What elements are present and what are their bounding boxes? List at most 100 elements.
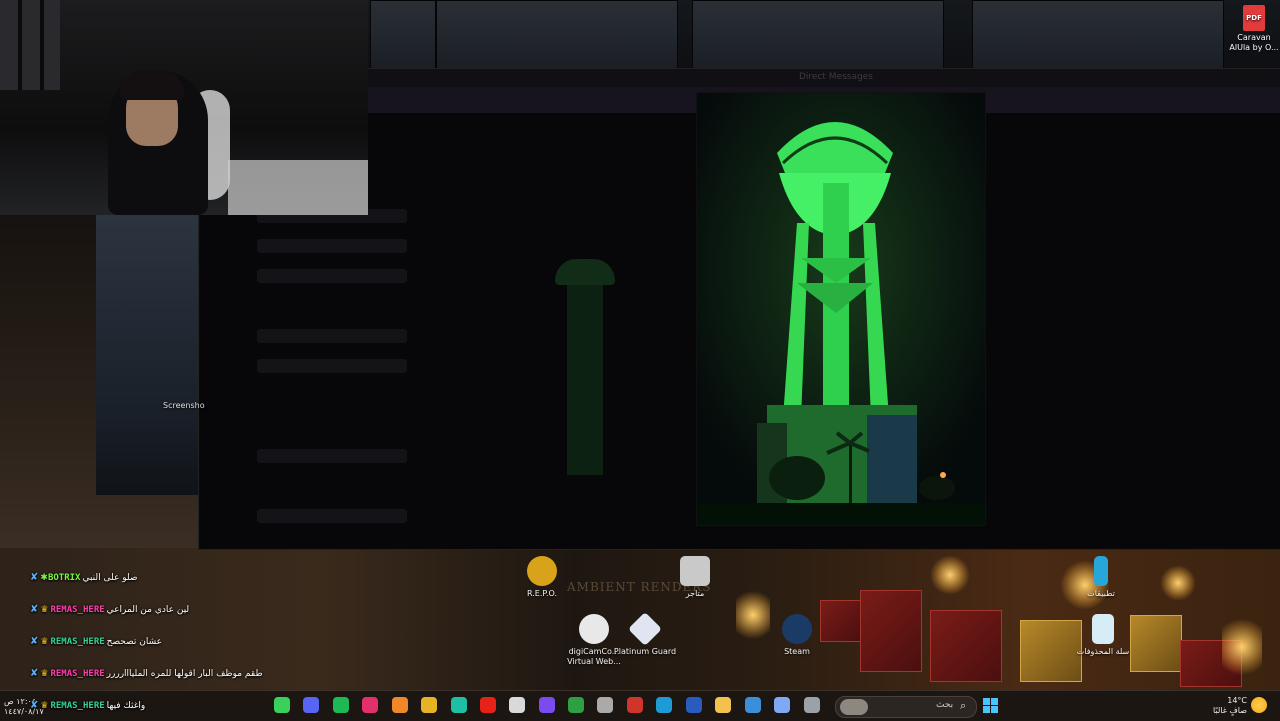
obs-icon[interactable] [509, 697, 525, 713]
webcam-hair [120, 70, 184, 100]
chat-text: واغثك فيها [106, 701, 146, 711]
image-viewer[interactable] [696, 92, 986, 526]
epic-icon[interactable] [597, 697, 613, 713]
webcam-overlay [0, 0, 368, 215]
pdf-label-line2: AlUla by O... [1229, 43, 1279, 52]
arrow-app-icon[interactable] [274, 697, 290, 713]
windows-logo-icon [983, 706, 990, 713]
windows-logo-icon [991, 706, 998, 713]
desktop-icon-label: Platinum Guard [613, 647, 677, 656]
dim-row [257, 509, 407, 523]
crown-icon: ♛ [40, 605, 49, 615]
lantern-glow [1222, 612, 1262, 682]
window-pane [972, 0, 1224, 70]
desktop-icon-label: R.E.P.O. [526, 589, 558, 598]
crown-icon: ♛ [40, 637, 49, 647]
webcam-desk [228, 160, 368, 215]
webcam-window-frame [0, 0, 60, 90]
desktop-screenshot-label[interactable]: Screensho [163, 401, 205, 410]
desktop-icon-recycle-bin[interactable]: سلة المحذوفات [1068, 614, 1138, 657]
desktop-icon-apps[interactable]: تطبيقات [1066, 556, 1136, 599]
chrome-icon[interactable] [421, 697, 437, 713]
verified-badge-icon: ✱ [40, 573, 48, 583]
photo-icon[interactable] [539, 697, 555, 713]
chat-text: طقم موظف البار اقولها للمره المليااارررر [106, 669, 263, 679]
chat-username: REMAS_HERE [50, 637, 105, 647]
a-app-icon[interactable] [392, 697, 408, 713]
sword-badge-icon: ✘ [30, 604, 39, 615]
chat-text: عشان تصحصح [106, 637, 163, 647]
sword-badge-icon: ✘ [30, 700, 39, 711]
desktop-icon-platinum-guard[interactable]: Platinum Guard [610, 612, 680, 657]
chat-message: ✘ ♛ REMAS_HERE طقم موظف البار اقولها للمره … [30, 667, 263, 681]
spotify-icon[interactable] [333, 697, 349, 713]
xbox-icon[interactable] [568, 697, 584, 713]
start-button[interactable] [983, 698, 999, 714]
desktop-pdf-file[interactable]: PDF Caravan AlUla by O... [1228, 5, 1280, 53]
weather-desc: صافٍ غالبًا [1213, 706, 1247, 715]
desktop-icon-label: تطبيقات [1087, 589, 1115, 598]
dim-row [257, 359, 407, 373]
gift-box [930, 610, 1002, 682]
taskbar-weather[interactable]: 14°C صافٍ غالبًا [1205, 696, 1247, 716]
discord-icon[interactable] [303, 697, 319, 713]
pdf-label-line1: Caravan [1237, 33, 1271, 42]
desktop-icon-steam[interactable]: Steam [762, 614, 832, 657]
chat-message: ✘ ♛ REMAS_HERE واغثك فيها [30, 699, 145, 713]
youtube-icon[interactable] [480, 697, 496, 713]
apps-folder-icon [1094, 556, 1108, 586]
chat-message: ✘ ♛ REMAS_HERE لين عادي من المراعي [30, 603, 189, 617]
tower-photo [697, 93, 985, 525]
chat-username: BOTRIX [47, 573, 81, 583]
dim-row [257, 239, 407, 253]
dim-tower-preview [539, 259, 629, 479]
teal-app-icon[interactable] [451, 697, 467, 713]
dim-row [257, 449, 407, 463]
window-pane [436, 0, 678, 70]
shield-icon [628, 612, 662, 646]
light-bokeh [930, 555, 970, 595]
taskbar-search[interactable]: بحث ⌕ [835, 696, 977, 718]
sword-badge-icon: ✘ [30, 636, 39, 647]
desktop-icon-store[interactable]: متاجر [660, 556, 730, 599]
dim-row [257, 269, 407, 283]
edge-icon[interactable] [656, 697, 672, 713]
windows-logo-icon [991, 698, 998, 705]
window-pane [370, 0, 436, 70]
chat-message: ✘ ✱BOTRIX صلو على النبي [30, 571, 137, 585]
steam-icon [782, 614, 812, 644]
sword-badge-icon: ✘ [30, 572, 39, 583]
store-icon[interactable] [745, 697, 761, 713]
windows-logo-icon [983, 698, 990, 705]
wallpaper-window [96, 215, 200, 495]
chat-text: صلو على النبي [82, 573, 138, 583]
desktop-icon-label: سلة المحذوفات [1076, 647, 1130, 656]
repo-icon [527, 556, 557, 586]
window-icon[interactable] [804, 697, 820, 713]
gift-box [860, 590, 922, 672]
store-folder-icon [680, 556, 710, 586]
desktop-icon-label: متاجر [685, 589, 705, 598]
chat-username: REMAS_HERE [50, 701, 105, 711]
window-pane [692, 0, 944, 70]
weather-temp: 14°C [1227, 696, 1247, 705]
sword-badge-icon: ✘ [30, 668, 39, 679]
red-app-icon[interactable] [627, 697, 643, 713]
crown-icon: ♛ [40, 701, 49, 711]
copilot-icon[interactable] [774, 697, 790, 713]
instagram-icon[interactable] [362, 697, 378, 713]
playstation-icon[interactable] [686, 697, 702, 713]
dim-window-title: Direct Messages [799, 72, 873, 82]
desktop-icon-repo[interactable]: R.E.P.O. [507, 556, 577, 599]
search-placeholder: بحث [936, 700, 954, 710]
dim-row [257, 329, 407, 343]
folder-icon[interactable] [715, 697, 731, 713]
desktop-icon-label: Steam [784, 647, 810, 656]
chat-username: REMAS_HERE [50, 669, 105, 679]
pdf-icon: PDF [1243, 5, 1265, 31]
light-bokeh [1160, 565, 1196, 601]
search-icon: ⌕ [960, 699, 967, 712]
search-highlight-thumb [840, 699, 868, 715]
chat-username: REMAS_HERE [50, 605, 105, 615]
weather-sun-icon[interactable] [1251, 697, 1267, 713]
